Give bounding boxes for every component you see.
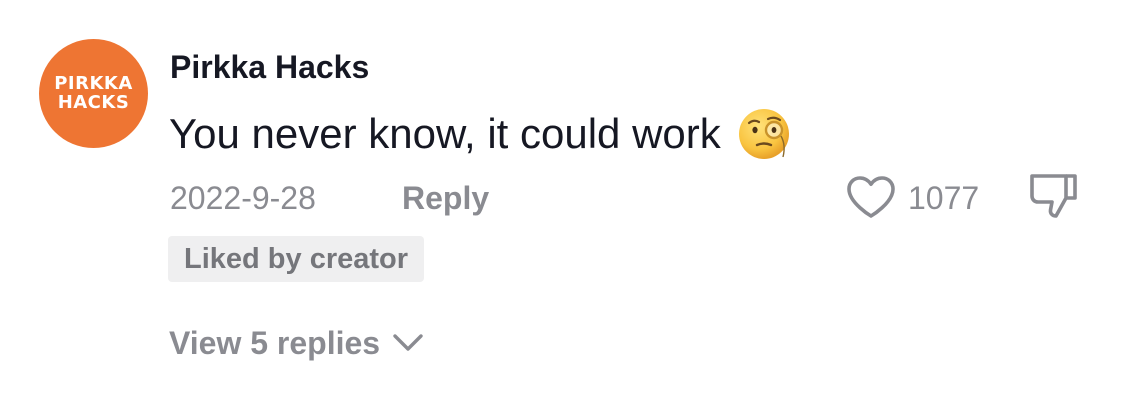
comment-username[interactable]: Pirkka Hacks <box>170 48 369 86</box>
avatar-logo-line-1: PIRKKA <box>54 72 133 94</box>
thumbs-down-icon[interactable] <box>1026 170 1082 222</box>
comment-item: PIRKKA HACKS Pirkka Hacks You never know… <box>0 0 1125 410</box>
reply-button[interactable]: Reply <box>402 178 489 218</box>
comment-body: You never know, it could work <box>169 108 791 160</box>
comment-date: 2022-9-28 <box>170 180 316 216</box>
like-count: 1077 <box>908 180 980 216</box>
liked-by-creator-badge: Liked by creator <box>168 236 425 282</box>
face-with-monocle-emoji <box>738 109 789 159</box>
liked-by-creator-label: Liked by creator <box>184 242 409 275</box>
chevron-down-icon <box>393 334 423 351</box>
view-replies-label: View 5 replies <box>169 324 381 361</box>
avatar[interactable]: PIRKKA HACKS <box>39 39 148 148</box>
heart-outline-icon[interactable] <box>845 174 897 220</box>
comment-text: You never know, it could work <box>169 110 721 157</box>
view-replies-button[interactable]: View 5 replies <box>169 322 424 364</box>
avatar-logo-line-2: HACKS <box>57 91 130 113</box>
